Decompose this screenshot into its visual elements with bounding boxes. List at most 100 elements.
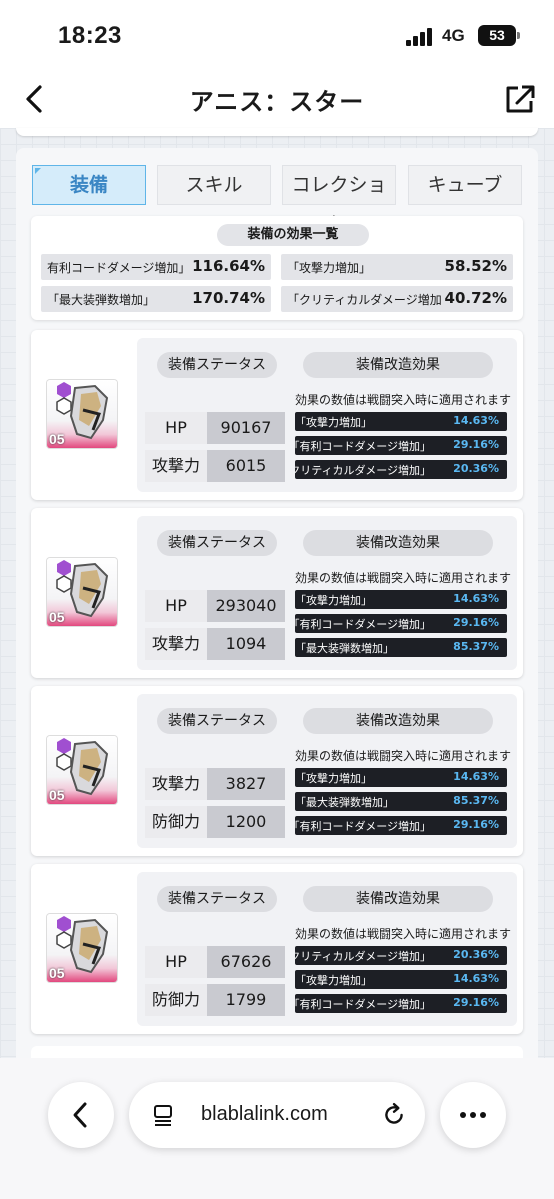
effect-value: 14.63% — [453, 770, 499, 783]
equipment-card: 05 装備ステータス 装備改造効果 効果の数値は戦闘突入時に適用されます HP 29304… — [31, 508, 523, 678]
effect-row: 「攻撃力増加」 14.63% — [295, 768, 507, 787]
nav-bar: アニス：スター — [0, 70, 554, 128]
tab-collection[interactable]: コレクション — [282, 165, 396, 234]
effect-row: 「最大装弾数増加」 85.37% — [295, 638, 507, 657]
tab-equipment[interactable]: 装備 — [32, 165, 146, 205]
summary-item-value: 116.64% — [192, 257, 265, 275]
summary-item: クリティカルダメージ増加」 40.72% — [281, 286, 513, 312]
url-text: blablalink.com — [201, 1103, 328, 1125]
stat-label: 攻撃力 — [145, 628, 207, 660]
effect-label: 「攻撃力増加」 — [295, 772, 372, 785]
effect-value: 14.63% — [453, 972, 499, 985]
effect-label: 「最大装弾数増加」 — [295, 642, 394, 655]
stat-header: 装備ステータス — [157, 352, 277, 378]
reader-icon[interactable] — [151, 1103, 175, 1127]
equipment-detail: 装備ステータス 装備改造効果効果の数値は戦闘突入時に適用されます攻撃力 3827 防御… — [137, 694, 517, 848]
stat-value: 3827 — [207, 768, 285, 800]
stat-label: 攻撃力 — [145, 450, 207, 482]
stat-header: 装備ステータス — [157, 708, 277, 734]
equipment-level: 05 — [49, 431, 65, 447]
more-options-button[interactable] — [440, 1082, 506, 1148]
effect-row: 「有利コードダメージ増加」 29.16% — [295, 436, 507, 455]
stat-label: HP — [145, 412, 207, 444]
stat-value: 90167 — [207, 412, 285, 444]
effect-header: 装備改造効果 — [303, 352, 493, 378]
page-title: アニス：スター — [189, 88, 365, 116]
reload-icon[interactable] — [381, 1102, 407, 1128]
signal-icon — [406, 28, 434, 46]
equipment-thumbnail[interactable]: 05 — [47, 736, 117, 804]
effect-label: 「有利コードダメージ増加」 — [295, 618, 431, 631]
status-bar: 18:23 4G 53 — [0, 0, 554, 70]
effect-row: 「攻撃力増加」 14.63% — [295, 590, 507, 609]
effect-header: 装備改造効果 — [303, 708, 493, 734]
effect-row: 「攻撃力増加」 14.63% — [295, 970, 507, 989]
battery-icon: 53 — [478, 25, 520, 46]
summary-title: 装備の効果一覧 — [217, 224, 369, 246]
stat-label: HP — [145, 590, 207, 622]
equipment-card: 05 装備ステータス 装備改造効果 効果の数値は戦闘突入時に適用されます HP 67626… — [31, 864, 523, 1034]
equipment-level: 05 — [49, 965, 65, 981]
effect-value: 29.16% — [453, 996, 499, 1009]
effect-label: 「攻撃力増加」 — [295, 594, 372, 607]
effect-label: 「有利コードダメージ増加」 — [295, 820, 431, 833]
share-icon[interactable] — [504, 84, 536, 114]
effect-row: 「攻撃力増加」 14.63% — [295, 412, 507, 431]
effect-row: 「有利コードダメージ増加」 29.16% — [295, 614, 507, 633]
effect-summary: 装備の効果一覧 有利コードダメージ増加」 116.64% 「攻撃力増加」 58.… — [31, 216, 523, 320]
effect-label: 「有利コードダメージ増加」 — [295, 998, 431, 1011]
browser-toolbar: blablalink.com — [0, 1058, 554, 1199]
effect-note: 効果の数値は戦闘突入時に適用されます — [295, 927, 512, 941]
effect-label: 「クリティカルダメージ増加」 — [295, 950, 431, 963]
equipment-thumbnail[interactable]: 05 — [47, 914, 117, 982]
summary-item-label: クリティカルダメージ増加」 — [287, 293, 442, 307]
effect-value: 85.37% — [453, 794, 499, 807]
equipment-card: 05 装備ステータス 装備改造効果効果の数値は戦闘突入時に適用されます攻撃力 3827… — [31, 686, 523, 856]
back-arrow-icon — [73, 1102, 87, 1128]
equipment-level: 05 — [49, 787, 65, 803]
equipment-detail: 装備ステータス 装備改造効果 効果の数値は戦闘突入時に適用されます HP 67626 防御… — [137, 872, 517, 1026]
network-type: 4G — [442, 26, 465, 45]
effect-note: 効果の数値は戦闘突入時に適用されます — [295, 749, 512, 763]
equipment-detail: 装備ステータス 装備改造効果効果の数値は戦闘突入時に適用されます HP 90167 攻撃… — [137, 338, 517, 492]
summary-item-label: 「最大装弾数増加」 — [47, 293, 156, 307]
stat-label: 防御力 — [145, 984, 207, 1016]
stat-value: 293040 — [207, 590, 285, 622]
effect-row: 「有利コードダメージ増加」 29.16% — [295, 994, 507, 1013]
summary-item-value: 58.52% — [444, 257, 507, 275]
effect-value: 14.63% — [453, 592, 499, 605]
previous-panel-edge — [16, 128, 538, 136]
stat-value: 1799 — [207, 984, 285, 1016]
effect-value: 85.37% — [453, 640, 499, 653]
effect-label: 「攻撃力増加」 — [295, 416, 372, 429]
stat-value: 1094 — [207, 628, 285, 660]
effect-label: 「最大装弾数増加」 — [295, 796, 394, 809]
effect-row: 「クリティカルダメージ増加」 20.36% — [295, 946, 507, 965]
status-time: 18:23 — [58, 22, 122, 49]
stat-label: 攻撃力 — [145, 768, 207, 800]
effect-header: 装備改造効果 — [303, 886, 493, 912]
stat-label: 防御力 — [145, 806, 207, 838]
effect-label: 「クリティカルダメージ増加」 — [295, 464, 431, 477]
stat-value: 6015 — [207, 450, 285, 482]
summary-item: 「最大装弾数増加」 170.74% — [41, 286, 271, 312]
browser-back-button[interactable] — [48, 1082, 114, 1148]
equipment-thumbnail[interactable]: 05 — [47, 380, 117, 448]
effect-value: 20.36% — [453, 462, 499, 475]
summary-item-value: 40.72% — [444, 289, 507, 307]
effect-header: 装備改造効果 — [303, 530, 493, 556]
stat-header: 装備ステータス — [157, 886, 277, 912]
equipment-thumbnail[interactable]: 05 — [47, 558, 117, 626]
effect-row: 「最大装弾数増加」 85.37% — [295, 792, 507, 811]
address-bar[interactable]: blablalink.com — [129, 1082, 425, 1148]
effect-note: 効果の数値は戦闘突入時に適用されます — [295, 571, 512, 585]
equipment-detail: 装備ステータス 装備改造効果 効果の数値は戦闘突入時に適用されます HP 293040 攻… — [137, 516, 517, 670]
stat-value: 1200 — [207, 806, 285, 838]
equipment-level: 05 — [49, 609, 65, 625]
effect-note: 効果の数値は戦闘突入時に適用されます — [295, 393, 512, 407]
effect-value: 29.16% — [453, 438, 499, 451]
stat-value: 67626 — [207, 946, 285, 978]
tab-skill[interactable]: スキル — [157, 165, 271, 205]
equipment-card: 05 装備ステータス 装備改造効果効果の数値は戦闘突入時に適用されます HP 90167… — [31, 330, 523, 500]
tab-cube[interactable]: キューブ — [408, 165, 522, 205]
